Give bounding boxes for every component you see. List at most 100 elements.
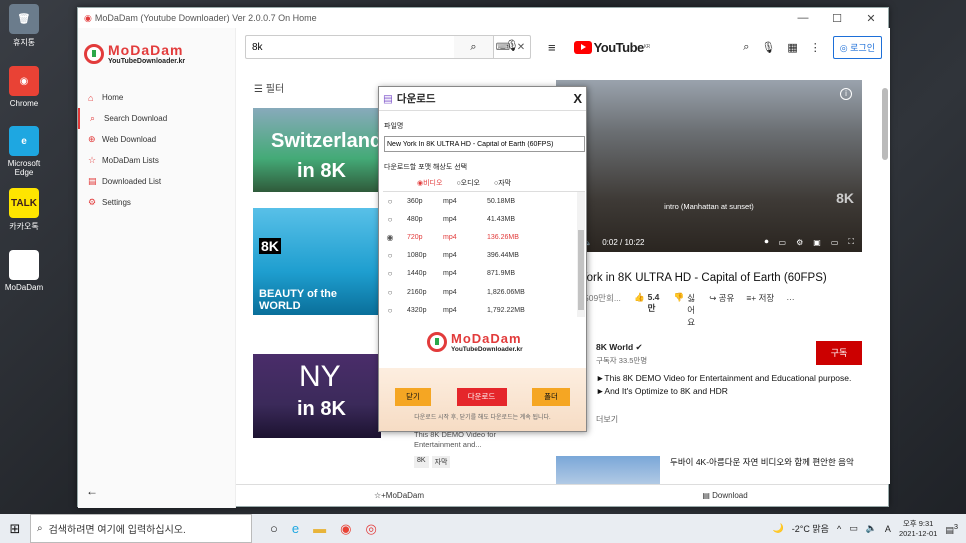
youtube-logo-text: YouTube: [593, 39, 645, 55]
menu-icon[interactable]: ≡: [548, 40, 556, 55]
search-icon[interactable]: ⌕: [743, 41, 749, 54]
subscribe-button[interactable]: 구독: [816, 341, 862, 365]
volume-icon[interactable]: 🔈: [866, 523, 877, 534]
sidebar-item-search-download[interactable]: ⌕ Search Download: [78, 108, 235, 129]
format-row[interactable]: ○ 1080p mp4 396.44MB: [383, 247, 585, 265]
sidebar-item-label: Home: [102, 93, 124, 102]
radio-button[interactable]: ○: [383, 269, 397, 278]
desktop-icon[interactable]: 🗑 휴지통: [4, 4, 44, 48]
mic-icon[interactable]: 🎙: [761, 41, 775, 54]
format-row[interactable]: ○ 4320p mp4 1,792.22MB: [383, 301, 585, 317]
weather-icon[interactable]: 🌙: [773, 523, 784, 534]
desktop-app-icon: 🗑: [9, 4, 39, 34]
file-explorer-icon[interactable]: ▬: [313, 521, 326, 536]
chrome-icon[interactable]: ◉: [340, 521, 351, 537]
desktop-icon[interactable]: ◉ Chrome: [4, 66, 44, 108]
sidebar-item-web-download[interactable]: ⊕ Web Download: [78, 129, 235, 150]
save-button[interactable]: ≡+ 저장: [746, 292, 774, 304]
theater-icon[interactable]: ▭: [831, 238, 839, 247]
info-icon[interactable]: i: [840, 88, 852, 100]
weather-text[interactable]: -2°C 맑음: [792, 522, 829, 535]
download-tab-button[interactable]: ▤ Download: [562, 485, 888, 508]
related-video[interactable]: 두바이 4K-아름다운 자연 비디오와 함께 편안한 음악: [556, 456, 860, 484]
radio-button[interactable]: ○: [383, 288, 397, 297]
desktop-icon[interactable]: e Microsoft Edge: [4, 126, 44, 177]
tray-arrow-icon[interactable]: ^: [837, 524, 841, 534]
format: mp4: [443, 197, 457, 205]
back-arrow-icon[interactable]: ←: [86, 484, 98, 498]
subtitle-radio[interactable]: ○자막: [494, 178, 511, 188]
format-row[interactable]: ○ 480p mp4 41.43MB: [383, 210, 585, 228]
taskbar-search[interactable]: ⌕ 검색하려면 여기에 입력하십시오.: [30, 514, 252, 543]
minimize-button[interactable]: —: [786, 12, 820, 25]
dislike-button[interactable]: 👎 싫어요: [674, 292, 698, 328]
login-button[interactable]: ◎ 로그인: [832, 35, 882, 59]
format-row[interactable]: ○ 2160p mp4 1,826.06MB: [383, 283, 585, 301]
channel-name[interactable]: 8K World ✔: [596, 342, 643, 353]
add-modadam-button[interactable]: ☆+MoDaDam: [236, 485, 562, 508]
modadam-taskbar-icon[interactable]: ◎: [365, 521, 376, 537]
format-row[interactable]: ○ 360p mp4 50.18MB: [383, 192, 585, 210]
sidebar-item-downloaded-list[interactable]: ▤ Downloaded List: [78, 171, 235, 192]
settings-icon[interactable]: ⚙: [796, 238, 803, 247]
result-thumbnail[interactable]: Switzerland in 8K: [253, 108, 381, 192]
sidebar-item-settings[interactable]: ⚙ Settings: [78, 192, 235, 213]
maximize-button[interactable]: ☐: [820, 12, 854, 25]
task-view-icon[interactable]: ○: [270, 521, 278, 536]
more-button[interactable]: …: [786, 292, 795, 302]
radio-button[interactable]: ○: [383, 215, 397, 224]
format-row[interactable]: ○ 1440p mp4 871.9MB: [383, 265, 585, 283]
nav-icon: ☆: [88, 155, 97, 165]
share-button[interactable]: ↪ 공유: [709, 292, 734, 304]
scrollbar[interactable]: [882, 88, 888, 160]
result-thumbnail[interactable]: 8K BEAUTY of the WORLD: [253, 208, 381, 315]
search-button[interactable]: ⌕: [454, 35, 494, 59]
file-size: 136.26MB: [487, 233, 519, 241]
subtitles-icon[interactable]: ▭: [779, 238, 787, 247]
desktop-icon[interactable]: TALK 카카오톡: [4, 188, 44, 232]
result-thumbnail[interactable]: NY in 8K: [253, 354, 381, 438]
audio-radio[interactable]: ○오디오: [456, 178, 480, 188]
resolution: 2160p: [407, 288, 427, 296]
notification-icon[interactable]: ▤3: [945, 522, 958, 536]
language-indicator[interactable]: A: [885, 524, 891, 534]
sidebar-item-modadam-lists[interactable]: ☆ MoDaDam Lists: [78, 150, 235, 171]
related-thumbnail[interactable]: [556, 456, 660, 484]
youtube-logo[interactable]: YouTube KR: [573, 39, 650, 55]
list-scrollbar[interactable]: [577, 192, 585, 317]
thumb-subtitle: in 8K: [297, 398, 346, 420]
network-icon[interactable]: ▭: [849, 523, 858, 534]
miniplayer-icon[interactable]: ▣: [813, 238, 821, 247]
dialog-close-button[interactable]: X: [573, 91, 582, 106]
format-row[interactable]: ◉ 720p mp4 136.26MB: [383, 228, 585, 246]
format: mp4: [443, 233, 457, 241]
filename-field[interactable]: [384, 136, 585, 152]
edge-icon[interactable]: e: [292, 521, 299, 536]
video-player[interactable]: i 8K intro (Manhattan at sunset) ▶| 🔈 0:…: [556, 80, 862, 252]
start-button[interactable]: ⊞: [0, 521, 30, 537]
start-download-button[interactable]: 다운로드: [456, 388, 507, 406]
autoplay-toggle[interactable]: ⏺: [765, 237, 769, 247]
related-title[interactable]: 두바이 4K-아름다운 자연 비디오와 함께 편안한 음악: [670, 456, 860, 484]
radio-button[interactable]: ○: [383, 197, 397, 206]
close-dialog-button[interactable]: 닫기: [395, 388, 431, 406]
filter-button[interactable]: ☰ 필터: [254, 80, 284, 95]
radio-button[interactable]: ○: [383, 306, 397, 315]
video-radio[interactable]: ◉비디오: [417, 178, 442, 188]
open-folder-button[interactable]: 폴더: [532, 388, 570, 406]
close-button[interactable]: ✕: [854, 12, 888, 25]
fullscreen-icon[interactable]: ⛶: [848, 237, 854, 247]
more-vert-icon[interactable]: ⋮: [810, 41, 821, 54]
radio-button[interactable]: ○: [383, 251, 397, 260]
filename-label: 파일명: [384, 123, 404, 130]
like-button[interactable]: 👍 5.4 만: [634, 292, 662, 314]
apps-icon[interactable]: ▦: [787, 41, 797, 54]
like-count: 5.4 만: [647, 292, 660, 313]
radio-button[interactable]: ◉: [383, 233, 397, 242]
desktop-icon[interactable]: ↓ MoDaDam: [4, 250, 44, 292]
sidebar-item-home[interactable]: ⌂ Home: [78, 87, 235, 108]
mic-icon[interactable]: 🎙: [505, 39, 519, 52]
clock[interactable]: 오후 9:31 2021-12-01: [899, 519, 937, 539]
video-description: ►This 8K DEMO Video for Entertainment an…: [596, 372, 851, 398]
show-more-link[interactable]: 더보기: [596, 414, 618, 425]
